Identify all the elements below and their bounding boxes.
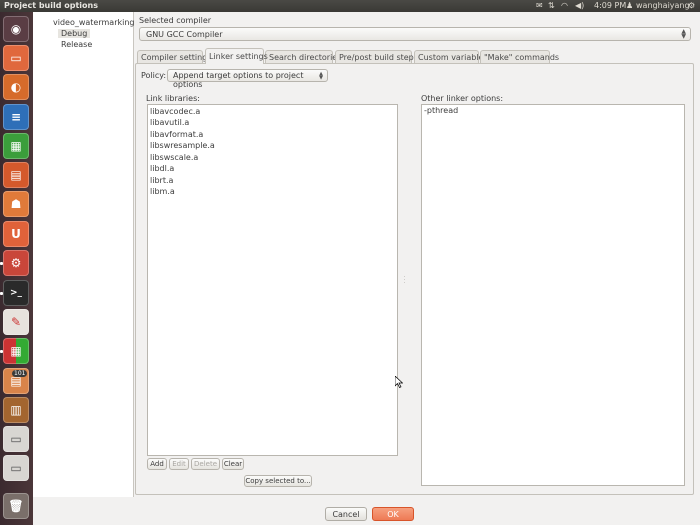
settings-icon[interactable]: ⚙ <box>3 250 29 276</box>
list-item[interactable]: libavcodec.a <box>150 107 200 116</box>
dash-home-icon[interactable]: ◉ <box>3 16 29 42</box>
gear-icon[interactable]: ⚙ <box>688 1 695 10</box>
list-item[interactable]: libavutil.a <box>150 118 189 127</box>
running-indicator <box>0 292 3 295</box>
link-libraries-list[interactable]: libavcodec.a libavutil.a libavformat.a l… <box>147 104 398 456</box>
running-indicator <box>0 262 3 265</box>
user-name[interactable]: wanghaiyang <box>636 1 690 10</box>
files-icon[interactable]: ▭ <box>3 45 29 71</box>
tree-project[interactable]: video_watermarking <box>53 18 135 27</box>
tab-pre-post-build-steps[interactable]: Pre/post build steps <box>335 50 418 63</box>
drive-icon[interactable]: ▭ <box>3 455 29 481</box>
impress-icon[interactable]: ▤ <box>3 162 29 188</box>
edit-button[interactable]: Edit <box>169 458 189 470</box>
list-item[interactable]: libdl.a <box>150 164 174 173</box>
link-libraries-label: Link libraries: <box>146 94 200 103</box>
combo-arrows-icon: ▲ ▼ <box>681 28 686 40</box>
tab-custom-variables[interactable]: Custom variables <box>414 50 488 63</box>
running-indicator <box>0 350 3 353</box>
trash-icon[interactable]: 🗑 <box>3 493 29 519</box>
text-editor-icon[interactable]: ✎ <box>3 309 29 335</box>
tree-target-debug[interactable]: Debug <box>58 29 91 38</box>
launcher: ◉ ▭ ◐ ≡ ▦ ▤ ☗ U ⚙ >_ ✎ ▦ ▤ 101 ▥ ▭ ▭ 🗑 <box>0 12 33 525</box>
clock[interactable]: 4:09 PM <box>594 1 626 10</box>
network-icon[interactable]: ◠ <box>561 1 568 10</box>
window-title: Project build options <box>4 1 98 10</box>
tree-target-release[interactable]: Release <box>61 40 92 49</box>
workspace-switcher-icon[interactable]: ▥ <box>3 397 29 423</box>
tab-compiler-settings[interactable]: Compiler settings <box>137 50 211 63</box>
ubuntu-one-icon[interactable]: U <box>3 221 29 247</box>
user-icon[interactable]: ♟ <box>626 1 633 10</box>
add-button[interactable]: Add <box>147 458 167 470</box>
tab-make-commands[interactable]: "Make" commands <box>480 50 559 63</box>
other-linker-options-label: Other linker options: <box>421 94 504 103</box>
list-item[interactable]: librt.a <box>150 176 173 185</box>
software-center-icon[interactable]: ☗ <box>3 191 29 217</box>
policy-label: Policy: <box>141 71 167 80</box>
top-panel: Project build options ✉ ⇅ ◠ ◀) 4:09 PM ♟… <box>0 0 700 12</box>
mouse-pointer-icon <box>395 376 403 388</box>
firefox-icon[interactable]: ◐ <box>3 74 29 100</box>
selected-compiler-label: Selected compiler <box>139 16 212 25</box>
tab-linker-settings[interactable]: Linker settings <box>205 48 268 64</box>
mail-icon[interactable]: ✉ <box>536 1 543 10</box>
compiler-select[interactable]: GNU GCC Compiler ▲ ▼ <box>139 27 691 41</box>
cancel-button[interactable]: Cancel <box>325 507 367 521</box>
list-item[interactable]: libswresample.a <box>150 141 215 150</box>
app-grid-icon[interactable]: ▦ <box>3 338 29 364</box>
project-tree[interactable]: video_watermarking Debug Release <box>33 12 135 497</box>
combo-arrows-icon: ▲ ▼ <box>319 71 323 81</box>
writer-icon[interactable]: ≡ <box>3 104 29 130</box>
delete-button[interactable]: Delete <box>191 458 220 470</box>
list-item[interactable]: libavformat.a <box>150 130 203 139</box>
copy-selected-button[interactable]: Copy selected to... <box>244 475 312 487</box>
tab-search-directories[interactable]: Search directories <box>265 50 341 63</box>
pane-splitter-handle[interactable]: · · · <box>402 275 407 287</box>
drive-icon[interactable]: ▭ <box>3 426 29 452</box>
calc-icon[interactable]: ▦ <box>3 133 29 159</box>
terminal-icon[interactable]: >_ <box>3 280 29 306</box>
clear-button[interactable]: Clear <box>222 458 244 470</box>
update-badge: 101 <box>12 370 28 377</box>
other-linker-options-textarea[interactable]: -pthread <box>421 104 685 486</box>
compiler-select-value: GNU GCC Compiler <box>146 30 223 39</box>
other-linker-options-text: -pthread <box>424 106 459 115</box>
volume-icon[interactable]: ◀) <box>575 1 584 10</box>
list-item[interactable]: libm.a <box>150 187 175 196</box>
policy-select[interactable]: Append target options to project options… <box>167 69 328 89</box>
keyboard-indicator-icon[interactable]: ⇅ <box>548 1 555 10</box>
list-item[interactable]: libswscale.a <box>150 153 198 162</box>
ok-button[interactable]: OK <box>372 507 414 521</box>
